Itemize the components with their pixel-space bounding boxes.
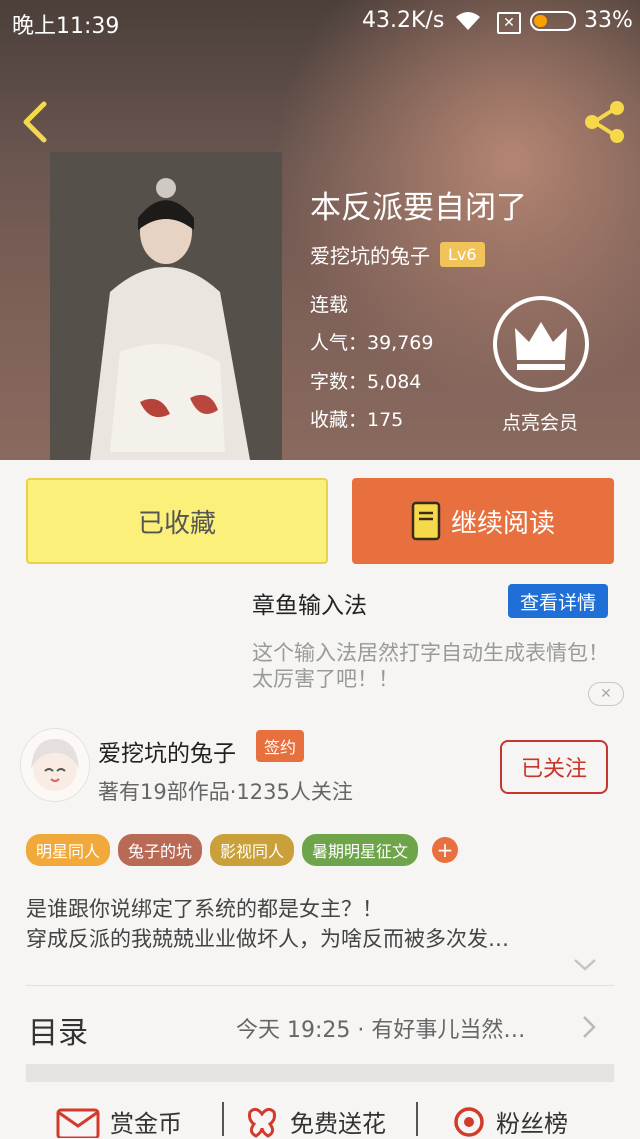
author-name[interactable]: 爱挖坑的兔子 [98, 734, 236, 768]
ad-title[interactable]: 章鱼输入法 [252, 586, 367, 620]
status-bar: 晚上11:39 43.2K/s ✕ 33% [0, 0, 640, 44]
cover-illustration [50, 152, 282, 460]
collected-label: 已收藏 [137, 508, 216, 539]
no-sim-icon: ✕ [497, 12, 521, 34]
toc-open-button[interactable] [580, 1014, 598, 1044]
bottom-action-bar: 赏金币 免费送花 粉丝榜 [0, 1096, 640, 1138]
section-divider [26, 1064, 614, 1082]
book-popularity: 人气：39,769 [310, 332, 434, 354]
plus-icon: + [436, 838, 454, 862]
level-badge: Lv6 [440, 242, 485, 267]
close-icon: ✕ [600, 686, 612, 702]
book-status: 连载 [310, 294, 349, 316]
flower-icon [248, 1107, 276, 1138]
crown-icon [515, 322, 567, 370]
expand-description-button[interactable] [572, 956, 598, 978]
free-flowers-label: 免费送花 [290, 1110, 386, 1138]
chevron-left-icon [23, 101, 47, 143]
divider [222, 1102, 224, 1136]
tag-item[interactable]: 明星同人 [26, 834, 111, 866]
book-author[interactable]: 爱挖坑的兔子 [310, 240, 430, 269]
ad-details-button[interactable]: 查看详情 [508, 584, 608, 618]
chevron-right-icon [583, 1016, 596, 1038]
signed-badge: 签约 [256, 730, 305, 762]
toc-latest-chapter[interactable]: 今天 19:25 · 有好事儿当然… [236, 1012, 525, 1044]
fan-ranking-label: 粉丝榜 [496, 1110, 568, 1138]
ad-close-button[interactable]: ✕ [588, 682, 624, 706]
toc-label[interactable]: 目录 [28, 1008, 88, 1052]
description-line: 是谁跟你说绑定了系统的都是女主？！ [26, 897, 383, 921]
tag-item[interactable]: 暑期明星征文 [302, 834, 419, 866]
vip-label[interactable]: 点亮会员 [502, 408, 578, 435]
battery-icon [530, 11, 576, 31]
book-icon [411, 501, 441, 541]
book-title: 本反派要自闭了 [310, 190, 527, 226]
book-favorites: 收藏：175 [310, 409, 404, 431]
wifi-icon [452, 8, 484, 38]
author-avatar[interactable] [20, 728, 90, 802]
avatar-image [21, 729, 89, 801]
author-line[interactable]: 爱挖坑的兔子 Lv6 [310, 240, 485, 269]
add-tag-button[interactable]: + [432, 837, 459, 863]
description-line: 穿成反派的我兢兢业业做坏人，为啥反而被多次发… [26, 927, 509, 951]
continue-reading-label: 继续阅读 [450, 508, 555, 539]
follow-label: 已关注 [520, 757, 587, 782]
follow-button[interactable]: 已关注 [500, 740, 608, 794]
author-stats: 著有19部作品·1235人关注 [98, 780, 353, 804]
tag-item[interactable]: 影视同人 [210, 834, 295, 866]
collected-button[interactable]: 已收藏 [26, 478, 328, 564]
continue-reading-button[interactable]: 继续阅读 [352, 478, 614, 564]
divider [26, 985, 614, 986]
book-cover[interactable] [50, 152, 282, 460]
chevron-down-icon [574, 959, 596, 971]
share-button[interactable] [580, 98, 628, 146]
envelope-icon [56, 1108, 100, 1138]
book-description[interactable]: 是谁跟你说绑定了系统的都是女主？！ 穿成反派的我兢兢业业做坏人，为啥反而被多次发… [26, 894, 606, 954]
fan-ranking-button[interactable]: 粉丝榜 [452, 1104, 568, 1139]
ad-text[interactable]: 这个输入法居然打字自动生成表情包！太厉害了吧！！ [252, 640, 612, 692]
free-flowers-button[interactable]: 免费送花 [244, 1104, 386, 1139]
book-word-count: 字数：5,084 [310, 371, 422, 393]
divider [416, 1102, 418, 1136]
battery-level-fill [534, 15, 547, 27]
medal-icon [454, 1106, 484, 1137]
vip-button[interactable] [493, 296, 589, 392]
status-battery-percent: 33% [584, 8, 633, 33]
back-button[interactable] [16, 98, 56, 146]
book-header: 晚上11:39 43.2K/s ✕ 33% 本反派要自闭了 爱挖坑的兔子 Lv6… [0, 0, 640, 460]
tag-item[interactable]: 兔子的坑 [118, 834, 203, 866]
reward-coins-label: 赏金币 [110, 1110, 182, 1138]
reward-coins-button[interactable]: 赏金币 [56, 1104, 182, 1139]
status-network-speed: 43.2K/s [362, 8, 445, 33]
share-icon [585, 101, 624, 143]
tag-list: 明星同人 兔子的坑 影视同人 暑期明星征文 + [26, 834, 459, 866]
status-time: 晚上11:39 [12, 14, 120, 39]
